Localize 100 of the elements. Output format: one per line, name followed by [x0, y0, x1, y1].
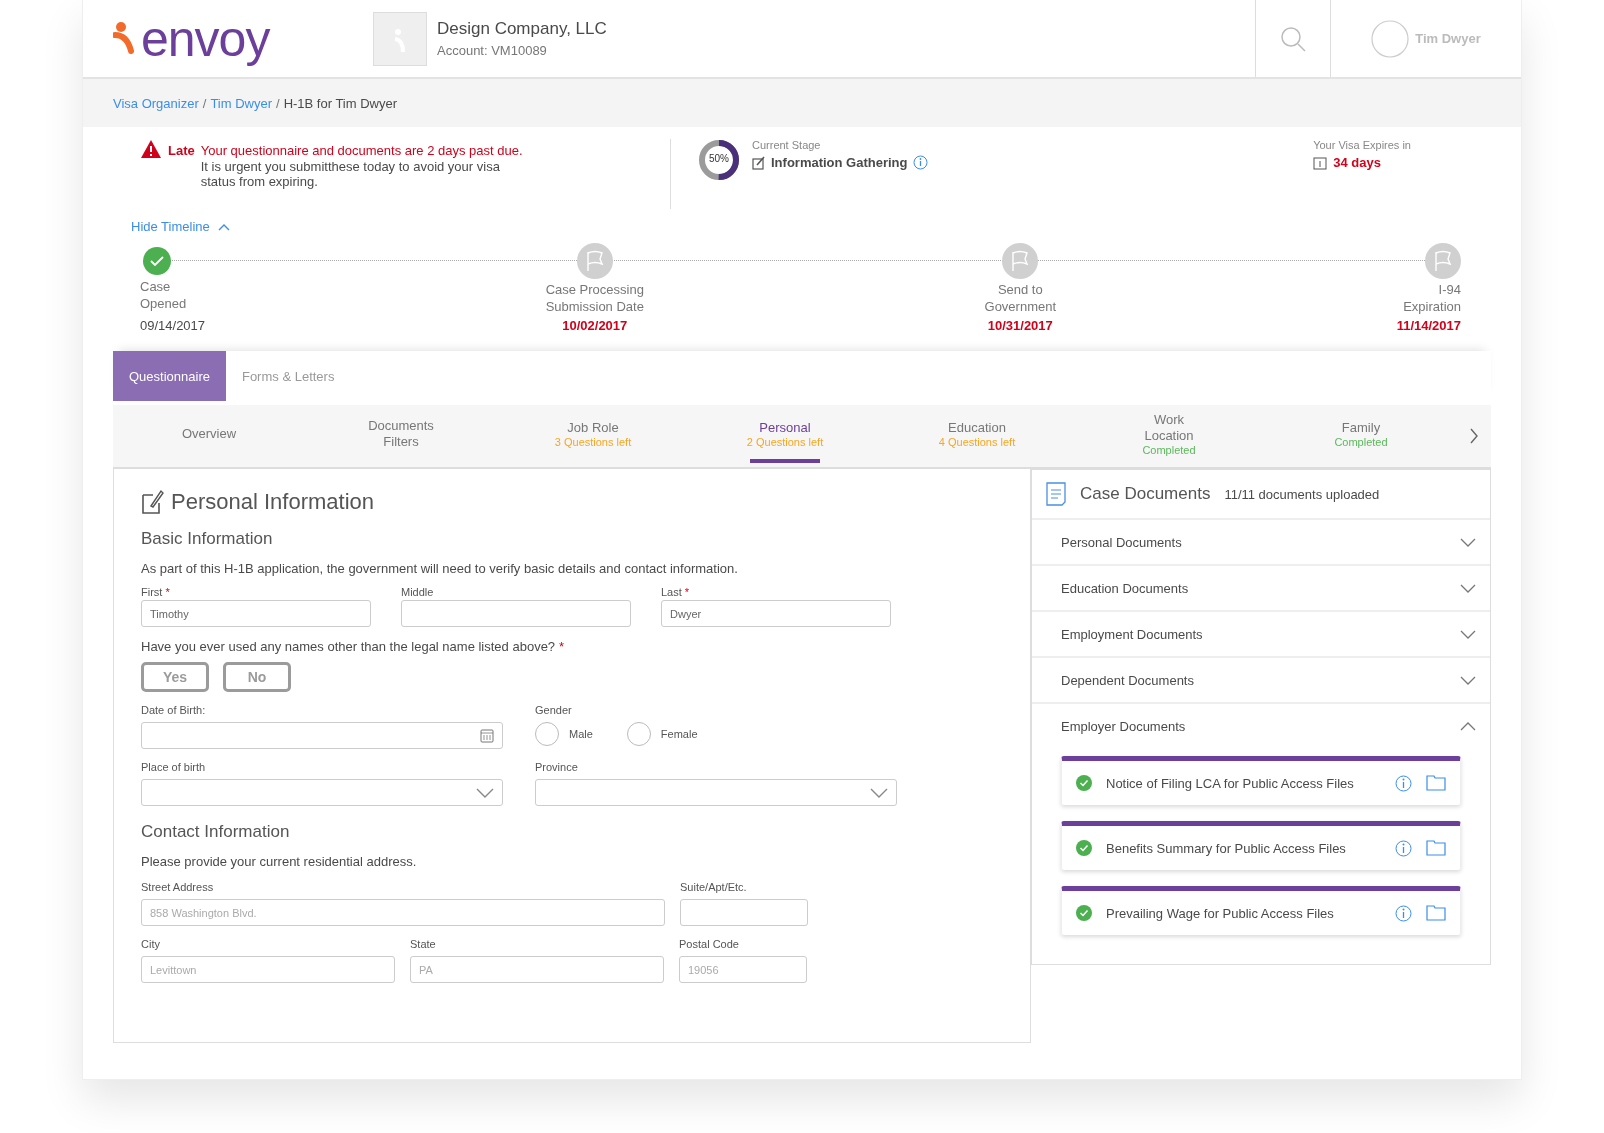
field-label: First: [141, 586, 163, 598]
info-icon[interactable]: [1395, 839, 1412, 857]
milestone-date: 10/02/2017: [562, 317, 628, 334]
document-group-header[interactable]: Dependent Documents: [1032, 658, 1490, 704]
milestone-date: 09/14/2017: [140, 317, 206, 334]
info-icon[interactable]: [912, 155, 928, 170]
breadcrumb-separator: /: [202, 95, 207, 111]
chevron-icon: [1460, 537, 1476, 547]
stage-caption: Current Stage: [752, 139, 822, 151]
text-field[interactable]: [401, 600, 631, 627]
text-field[interactable]: 858 Washington Blvd.: [141, 899, 665, 926]
milestone-label: Expiration: [1403, 298, 1461, 315]
calendar-icon[interactable]: [480, 728, 494, 743]
upload-count: 11/11 documents uploaded: [1224, 486, 1380, 502]
milestone-label: Government: [984, 298, 1057, 315]
field-label: Postal Code: [679, 938, 740, 950]
avatar-icon: [1371, 19, 1410, 58]
info-icon[interactable]: [1395, 904, 1412, 922]
section-tab[interactable]: Work Location Completed: [1073, 405, 1265, 467]
late-label: Late: [168, 143, 195, 158]
breadcrumb-current: H-1B for Tim Dwyer: [283, 95, 398, 111]
warning-icon: [140, 139, 162, 159]
milestone-date: 10/31/2017: [987, 317, 1053, 334]
hide-timeline-link[interactable]: Hide Timeline: [131, 219, 230, 234]
alert-detail: It is urgent you submitthese today to avoid your visa status from expiring.: [200, 159, 501, 189]
field-label: Middle: [401, 586, 434, 598]
milestone-date: 11/14/2017: [1396, 317, 1461, 334]
panel-title: Case Documents: [1080, 484, 1211, 504]
milestone-label: Opened: [140, 295, 187, 312]
text-field[interactable]: PA: [410, 956, 664, 983]
text-field[interactable]: Dwyer: [661, 600, 891, 627]
alert-message: Your questionnaire and documents are 2 days past due.: [200, 143, 523, 158]
section-tab[interactable]: Documents Filters: [305, 405, 497, 467]
section-intro: Please provide your current residential address.: [141, 854, 418, 869]
company-logo-icon: [373, 11, 427, 66]
field-label: Street Address: [141, 881, 215, 893]
field-label: Last: [661, 586, 682, 598]
field-label: Date of Birth:: [141, 704, 207, 716]
document-name: Notice of Filing LCA for Public Access Files: [1106, 775, 1355, 791]
progress-ring: [698, 139, 740, 181]
text-field[interactable]: [680, 899, 808, 926]
folder-icon[interactable]: [1426, 775, 1446, 791]
chevron-icon: [1460, 721, 1476, 731]
field-label: City: [141, 938, 161, 950]
text-field[interactable]: Timothy: [141, 600, 371, 627]
breadcrumb-separator: /: [276, 95, 280, 111]
info-icon[interactable]: [1395, 774, 1412, 792]
document-icon: [1046, 482, 1066, 506]
tab[interactable]: Questionnaire: [113, 351, 226, 401]
calendar-icon: [1313, 155, 1328, 170]
section-tab[interactable]: Education 4 Questions left: [881, 405, 1073, 467]
chevron-icon: [1460, 629, 1476, 639]
choice-button[interactable]: Yes: [141, 662, 209, 692]
document-group-header[interactable]: Personal Documents: [1032, 520, 1490, 566]
field-label: Gender: [535, 704, 573, 716]
choice-button[interactable]: No: [223, 662, 291, 692]
milestone-label: Send to: [997, 281, 1043, 298]
section-intro: As part of this H-1B application, the government will need to verify basic details and contact information.: [141, 561, 739, 576]
date-field[interactable]: [141, 722, 503, 749]
section-tab[interactable]: Job Role 3 Questions left: [497, 405, 689, 467]
section-heading: Basic Information: [141, 529, 274, 549]
field-label: Place of birth: [141, 761, 207, 773]
edit-icon: [752, 155, 766, 170]
required-mark: *: [165, 586, 170, 598]
company-name: Design Company, LLC: [437, 19, 607, 39]
folder-icon[interactable]: [1426, 840, 1446, 856]
breadcrumb-link[interactable]: Visa Organizer: [113, 95, 199, 111]
milestone-label: I-94: [1438, 281, 1461, 298]
search-icon: [1280, 25, 1306, 52]
document-group-header[interactable]: Employment Documents: [1032, 612, 1490, 658]
text-field[interactable]: Levittown: [141, 956, 395, 983]
folder-icon[interactable]: [1426, 905, 1446, 921]
edit-icon: [141, 489, 165, 515]
chevron-icon: [1460, 583, 1476, 593]
account-number: Account: VM10089: [437, 43, 548, 58]
tab[interactable]: Forms & Letters: [225, 351, 351, 401]
section-heading: Contact Information: [141, 822, 291, 842]
milestone-label: Case Processing: [545, 281, 644, 298]
field-label: Suite/Apt/Etc.: [680, 881, 748, 893]
document-group-header[interactable]: Employer Documents: [1032, 704, 1490, 748]
section-tab[interactable]: Family Completed: [1265, 405, 1457, 467]
milestone-label: Case: [140, 278, 171, 295]
dropdown[interactable]: [535, 779, 897, 806]
form-title: Personal Information: [171, 489, 374, 515]
document-card[interactable]: Prevailing Wage for Public Access Files: [1061, 886, 1461, 935]
text-field[interactable]: 19056: [679, 956, 807, 983]
expiry-caption: Your Visa Expires in: [1313, 139, 1411, 151]
logo-text: envoy: [141, 13, 270, 64]
dropdown[interactable]: [141, 779, 503, 806]
chevron-icon: [1460, 675, 1476, 685]
milestone-label: Submission Date: [545, 298, 644, 315]
progress-percent: 50%: [708, 153, 730, 164]
document-card[interactable]: Notice of Filing LCA for Public Access Files: [1061, 756, 1461, 805]
breadcrumb-link[interactable]: Tim Dwyer: [210, 95, 272, 111]
section-tab[interactable]: Overview: [113, 405, 305, 467]
document-group-header[interactable]: Education Documents: [1032, 566, 1490, 612]
stage-name: Information Gathering: [771, 155, 908, 170]
field-label: Province: [535, 761, 579, 773]
chevron-down-icon: [870, 787, 888, 798]
document-card[interactable]: Benefits Summary for Public Access Files: [1061, 821, 1461, 870]
